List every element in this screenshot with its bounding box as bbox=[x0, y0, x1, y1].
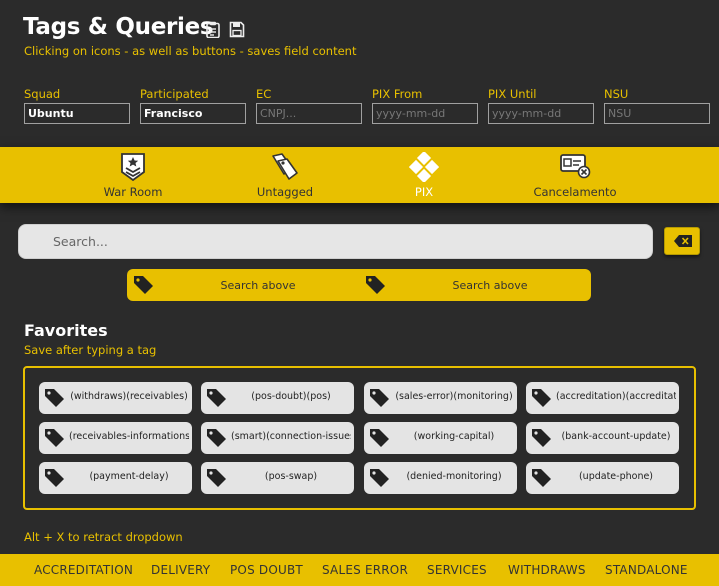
bottom-nav-item[interactable]: ACCREDITATION bbox=[34, 563, 133, 577]
tag-icon bbox=[370, 389, 389, 407]
favorite-tag[interactable]: (update-phone) bbox=[526, 462, 679, 494]
favorite-tag-label: (receivables-informations) bbox=[69, 431, 189, 442]
bottom-category-nav: ACCREDITATION DELIVERY POS DOUBT SALES E… bbox=[0, 554, 719, 586]
tag-icon bbox=[532, 469, 551, 487]
favorite-tag[interactable]: (sales-error)(monitoring) bbox=[364, 382, 517, 414]
favorite-tag-label: (sales-error)(monitoring) bbox=[395, 391, 513, 402]
nav-pix[interactable]: PIX bbox=[364, 147, 484, 203]
tag-icon bbox=[207, 389, 226, 407]
keyboard-hint: Alt + X to retract dropdown bbox=[24, 530, 183, 544]
favorite-tag-label: (pos-doubt)(pos) bbox=[251, 391, 331, 402]
favorite-tag[interactable]: (smart)(connection-issues bbox=[201, 422, 354, 454]
nav-cancelamento[interactable]: Cancelamento bbox=[515, 147, 635, 203]
favorite-tag[interactable]: (pos-doubt)(pos) bbox=[201, 382, 354, 414]
tag-icon bbox=[532, 389, 551, 407]
participated-input[interactable] bbox=[140, 103, 246, 124]
nav-label: PIX bbox=[414, 185, 434, 199]
nav-label: Cancelamento bbox=[533, 185, 617, 199]
favorite-tag[interactable]: (bank-account-update) bbox=[526, 422, 679, 454]
tag-icon bbox=[45, 429, 64, 447]
nsu-input[interactable] bbox=[604, 103, 710, 124]
pix-until-input[interactable] bbox=[488, 103, 594, 124]
ec-input[interactable] bbox=[256, 103, 362, 124]
field-label: PIX Until bbox=[488, 87, 537, 101]
favorite-tag-label: (accreditation)(accreditation bbox=[556, 391, 676, 402]
search-above-label: Search above bbox=[220, 279, 296, 292]
clear-search-button[interactable] bbox=[664, 227, 700, 255]
bottom-nav-item[interactable]: STANDALONE bbox=[605, 563, 688, 577]
search-above-button[interactable]: Search above bbox=[127, 269, 359, 301]
category-nav: War Room Untagged PIX Cancelamento bbox=[0, 147, 719, 203]
nav-untagged[interactable]: Untagged bbox=[225, 147, 345, 203]
favorite-tag[interactable]: (denied-monitoring) bbox=[364, 462, 517, 494]
bottom-nav-item[interactable]: SALES ERROR bbox=[322, 563, 408, 577]
nav-label: War Room bbox=[103, 185, 163, 199]
nsu-field: NSU bbox=[604, 88, 710, 124]
page-title: Tags & Queries bbox=[23, 14, 214, 40]
favorite-tag-label: (denied-monitoring) bbox=[406, 471, 502, 482]
tag-icon bbox=[45, 469, 64, 487]
tag-icon bbox=[370, 429, 389, 447]
cancel-card-icon bbox=[560, 154, 591, 179]
favorite-tag-label: (payment-delay) bbox=[89, 471, 169, 482]
favorite-tag[interactable]: (pos-swap) bbox=[201, 462, 354, 494]
favorite-tag-label: (withdraws)(receivables) bbox=[70, 391, 188, 402]
pix-until-field: PIX Until bbox=[488, 88, 594, 124]
favorite-tag-label: (smart)(connection-issues bbox=[231, 431, 351, 442]
nav-war-room[interactable]: War Room bbox=[73, 147, 193, 203]
bottom-nav-item[interactable]: WITHDRAWS bbox=[508, 563, 586, 577]
tags-icon bbox=[272, 153, 298, 180]
tag-icon bbox=[532, 429, 551, 447]
squad-input[interactable] bbox=[24, 103, 130, 124]
page-subtitle: Clicking on icons - as well as buttons -… bbox=[24, 44, 357, 58]
header-actions bbox=[205, 21, 245, 38]
bottom-nav-item[interactable]: SERVICES bbox=[427, 563, 487, 577]
clipboard-icon[interactable] bbox=[205, 21, 221, 38]
query-fields: Squad Participated EC PIX From PIX Until… bbox=[24, 88, 710, 124]
backspace-icon bbox=[674, 235, 692, 247]
field-label: NSU bbox=[604, 87, 629, 101]
favorite-tag-label: (update-phone) bbox=[578, 471, 654, 482]
field-label: PIX From bbox=[372, 87, 423, 101]
favorites-title: Favorites bbox=[24, 321, 108, 340]
badge-icon bbox=[121, 153, 145, 182]
participated-field: Participated bbox=[140, 88, 246, 124]
favorite-tag[interactable]: (receivables-informations) bbox=[39, 422, 192, 454]
favorite-tag[interactable]: (working-capital) bbox=[364, 422, 517, 454]
field-label: Participated bbox=[140, 87, 209, 101]
nav-label: Untagged bbox=[256, 185, 314, 199]
field-label: Squad bbox=[24, 87, 61, 101]
bottom-nav-item[interactable]: DELIVERY bbox=[151, 563, 210, 577]
tag-icon bbox=[207, 429, 226, 447]
favorites-subtitle: Save after typing a tag bbox=[24, 343, 157, 357]
favorite-tag[interactable]: (payment-delay) bbox=[39, 462, 192, 494]
search-above-button[interactable]: Search above bbox=[359, 269, 591, 301]
search-above-label: Search above bbox=[452, 279, 528, 292]
pix-icon bbox=[409, 152, 439, 182]
tag-icon bbox=[45, 389, 64, 407]
favorite-tag[interactable]: (accreditation)(accreditation bbox=[526, 382, 679, 414]
pix-from-input[interactable] bbox=[372, 103, 478, 124]
ec-field: EC bbox=[256, 88, 362, 124]
search-input[interactable] bbox=[18, 224, 653, 259]
favorite-tag-label: (working-capital) bbox=[413, 431, 495, 442]
squad-field: Squad bbox=[24, 88, 130, 124]
tag-icon bbox=[207, 469, 226, 487]
favorite-tag-label: (pos-swap) bbox=[264, 471, 318, 482]
tag-icon bbox=[370, 469, 389, 487]
favorite-tag[interactable]: (withdraws)(receivables) bbox=[39, 382, 192, 414]
pix-from-field: PIX From bbox=[372, 88, 478, 124]
bottom-nav-item[interactable]: POS DOUBT bbox=[230, 563, 303, 577]
save-icon[interactable] bbox=[229, 21, 245, 38]
search-actions: Search above Search above bbox=[127, 269, 591, 301]
favorite-tag-label: (bank-account-update) bbox=[561, 431, 671, 442]
field-label: EC bbox=[256, 87, 272, 101]
favorites-panel: (withdraws)(receivables) (pos-doubt)(pos)… bbox=[23, 366, 696, 510]
